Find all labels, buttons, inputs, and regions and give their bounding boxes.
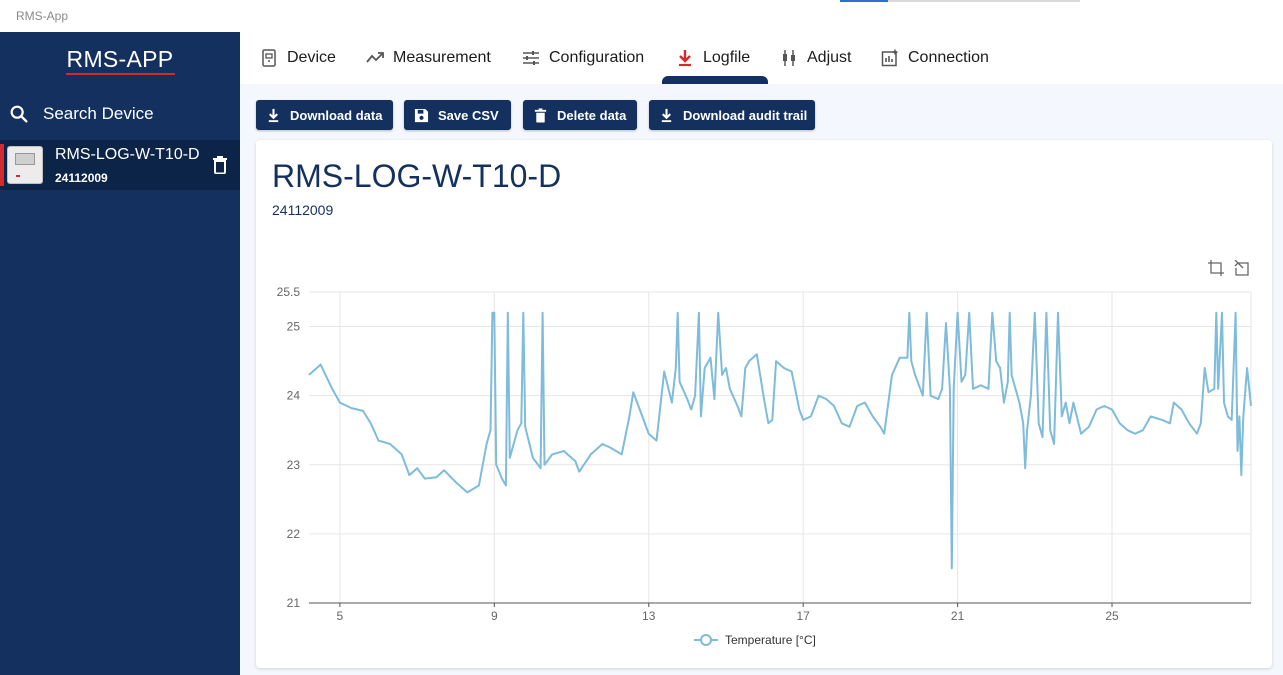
download-icon: [268, 108, 279, 122]
x-tick-label: 25: [1105, 609, 1119, 623]
tab-device[interactable]: Device: [260, 46, 336, 70]
window-title: RMS-App: [16, 9, 69, 23]
tab-label: Connection: [908, 49, 989, 66]
tab-configuration[interactable]: Configuration: [522, 46, 644, 70]
download-data-button[interactable]: Download data: [256, 100, 393, 130]
temperature-chart: 21 22 23 24 25 25.5 5 9 13 17 21 25 Temperature [°C]: [277, 285, 1252, 647]
trend-icon: [366, 52, 384, 63]
device-list-item[interactable]: RMS-LOG-W-T10-D 24112009: [0, 140, 240, 190]
trash-icon: [534, 107, 547, 123]
tab-bar: Device Measurement Configuration Logfile…: [240, 32, 1283, 84]
legend-label: Temperature [°C]: [725, 633, 816, 647]
download-icon: [661, 108, 672, 122]
y-tick-label: 23: [287, 458, 301, 472]
sidebar: RMS-APP Search Device RMS-LOG-W-T10-D 24…: [0, 32, 240, 675]
y-tick-label: 24: [287, 389, 301, 403]
tab-label: Measurement: [393, 49, 491, 66]
y-tick-label: 25.5: [277, 285, 301, 299]
x-tick-label: 9: [491, 609, 498, 623]
tab-label: Device: [287, 49, 336, 66]
download-icon: [679, 50, 691, 67]
adjust-icon: [783, 50, 795, 66]
device-serial: 24112009: [55, 171, 108, 185]
delete-data-label: Delete data: [557, 107, 627, 123]
tab-measurement[interactable]: Measurement: [366, 46, 491, 70]
x-tick-label: 13: [642, 609, 656, 623]
titlebar-divider: [888, 0, 1080, 2]
tab-adjust[interactable]: Adjust: [780, 46, 851, 70]
download-data-label: Download data: [290, 107, 383, 123]
delete-device-icon[interactable]: [212, 156, 228, 174]
legend-circle-marker: [700, 634, 712, 646]
titlebar-accent: [840, 0, 888, 2]
save-csv-label: Save CSV: [438, 107, 499, 123]
device-icon: [262, 49, 276, 67]
save-csv-button[interactable]: Save CSV: [404, 100, 511, 130]
selected-indicator: [0, 144, 4, 186]
chart-plus-icon: [881, 49, 898, 67]
tab-label: Adjust: [807, 49, 852, 66]
x-tick-label: 5: [337, 609, 344, 623]
y-tick-label: 25: [287, 320, 301, 334]
app-logo: RMS-APP: [66, 46, 174, 72]
tab-logfile[interactable]: Logfile: [676, 46, 750, 70]
logfile-card: RMS-LOG-W-T10-D 24112009 21 22 23 24 25 25.5 5…: [256, 140, 1272, 668]
download-audit-trail-label: Download audit trail: [683, 107, 808, 123]
tab-label: Logfile: [703, 49, 751, 66]
y-tick-label: 22: [287, 527, 301, 541]
device-name: RMS-LOG-W-T10-D: [55, 146, 200, 163]
window-titlebar: RMS-App: [0, 0, 1283, 32]
tab-label: Configuration: [549, 49, 645, 66]
x-tick-label: 17: [796, 609, 810, 623]
tab-connection[interactable]: Connection: [881, 46, 989, 70]
active-tab-indicator: [662, 76, 768, 84]
y-tick-label: 21: [287, 596, 301, 610]
main-content: Device Measurement Configuration Logfile…: [240, 32, 1283, 675]
search-icon: [10, 105, 28, 123]
device-thumbnail-icon: [7, 146, 43, 184]
delete-data-button[interactable]: Delete data: [523, 100, 637, 130]
logo-underline: [66, 73, 175, 75]
sliders-icon: [523, 51, 539, 65]
search-device-label: Search Device: [43, 104, 154, 123]
search-device-button[interactable]: Search Device: [8, 102, 232, 126]
x-tick-label: 21: [951, 609, 965, 623]
save-icon: [414, 108, 429, 122]
download-audit-trail-button[interactable]: Download audit trail: [649, 100, 815, 130]
series-line-temperature: [308, 311, 1252, 570]
